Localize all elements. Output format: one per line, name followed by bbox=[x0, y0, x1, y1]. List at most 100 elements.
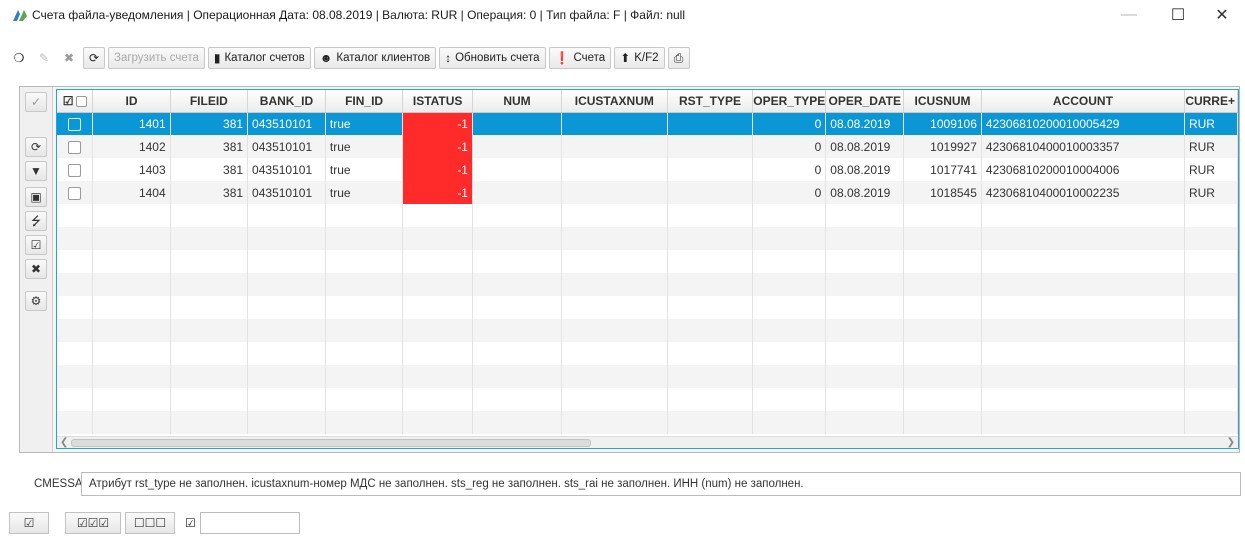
checked-filter-icon: ☑ bbox=[185, 516, 196, 530]
column-header-num[interactable]: NUM bbox=[472, 90, 563, 113]
refresh-button[interactable]: ⟳ bbox=[83, 47, 105, 69]
column-header-icusnum[interactable]: ICUSNUM bbox=[903, 90, 982, 113]
add-column-icon[interactable]: + bbox=[1228, 94, 1235, 108]
select-column-header[interactable]: ☑ bbox=[57, 90, 94, 113]
cell-fin-id: true bbox=[325, 181, 404, 204]
cell-icustaxnum bbox=[561, 319, 668, 342]
uncheck-all-rows-button[interactable]: ☐☐☐ bbox=[125, 512, 175, 534]
cell-id bbox=[92, 227, 171, 250]
cell-icustaxnum bbox=[561, 273, 668, 296]
column-header-id[interactable]: ID bbox=[92, 90, 171, 113]
cell-id bbox=[92, 204, 171, 227]
column-header-bank-id[interactable]: BANK_ID bbox=[247, 90, 326, 113]
column-header-account[interactable]: ACCOUNT bbox=[981, 90, 1185, 113]
kf2-button[interactable]: ⬆ K/F2 bbox=[614, 47, 665, 69]
table-row[interactable] bbox=[57, 296, 1238, 319]
select-checked-button[interactable]: ☑ bbox=[25, 235, 47, 255]
horizontal-scrollbar[interactable]: ❮ ❯ bbox=[57, 436, 1238, 448]
column-header-fin-id[interactable]: FIN_ID bbox=[325, 90, 404, 113]
account-catalog-button[interactable]: ▮ Каталог счетов bbox=[207, 47, 311, 69]
message-field[interactable]: Атрибут rst_type не заполнен. icustaxnum… bbox=[81, 472, 1241, 496]
cell-oper-type bbox=[752, 273, 827, 296]
table-row[interactable] bbox=[57, 388, 1238, 411]
execute-button[interactable]: ⭍ bbox=[25, 211, 47, 231]
update-accounts-button[interactable]: ↕ Обновить счета bbox=[439, 47, 546, 69]
check-selected-button[interactable]: ☑ bbox=[9, 512, 49, 534]
table-row[interactable] bbox=[57, 273, 1238, 296]
column-header-oper-type[interactable]: OPER_TYPE bbox=[752, 90, 827, 113]
table-row[interactable]: 1404 381 043510101 true -1 0 08.08.2019 1018545… bbox=[57, 181, 1238, 204]
table-row[interactable] bbox=[57, 319, 1238, 342]
edit-icon: ✎ bbox=[38, 51, 50, 65]
scroll-right-icon[interactable]: ❯ bbox=[1227, 437, 1235, 448]
cell-account: 42306810400010002235 bbox=[981, 181, 1185, 204]
column-header-currency[interactable]: CURRE+ bbox=[1184, 90, 1238, 113]
cell-istatus: -1 bbox=[402, 181, 473, 204]
client-catalog-button[interactable]: ☻ Каталог клиентов bbox=[313, 47, 437, 69]
accounts-grid[interactable]: ☑ ID FILEID BANK_ID FIN_ID ISTATUS NUM I… bbox=[56, 89, 1239, 449]
settings-button[interactable]: ⚙ bbox=[25, 291, 47, 311]
cell-currency bbox=[1184, 342, 1238, 365]
cell-account bbox=[981, 365, 1185, 388]
column-header-fileid[interactable]: FILEID bbox=[170, 90, 249, 113]
window-title: Счета файла-уведомления | Операционная Д… bbox=[32, 8, 686, 22]
upload-icon: ⬆ bbox=[620, 51, 631, 65]
cell-account: 42306810200010005429 bbox=[981, 112, 1185, 135]
table-row[interactable] bbox=[57, 365, 1238, 388]
check-all-button[interactable]: ✓ bbox=[25, 92, 47, 112]
cell-currency bbox=[1184, 365, 1238, 388]
cell-oper-type bbox=[752, 319, 827, 342]
column-header-istatus[interactable]: ISTATUS bbox=[402, 90, 473, 113]
close-window-button[interactable]: ✕ bbox=[1199, 0, 1245, 30]
cell-oper-date bbox=[825, 319, 905, 342]
row-checkbox[interactable] bbox=[68, 117, 82, 131]
cell-icusnum: 1018545 bbox=[903, 181, 982, 204]
table-row[interactable] bbox=[57, 250, 1238, 273]
cell-icusnum: 1019927 bbox=[903, 135, 982, 158]
cell-icusnum: 1017741 bbox=[903, 158, 982, 181]
row-checkbox[interactable] bbox=[68, 163, 82, 177]
table-row[interactable]: 1401 381 043510101 true -1 0 08.08.2019 1009106… bbox=[57, 112, 1238, 135]
save-button[interactable]: ▣ bbox=[25, 187, 47, 207]
accounts-table: ☑ ID FILEID BANK_ID FIN_ID ISTATUS NUM I… bbox=[57, 90, 1238, 434]
table-row[interactable]: 1403 381 043510101 true -1 0 08.08.2019 1017741… bbox=[57, 158, 1238, 181]
cell-id bbox=[92, 388, 171, 411]
cell-fin-id bbox=[325, 319, 404, 342]
row-checkbox[interactable] bbox=[68, 186, 82, 200]
cell-icustaxnum bbox=[561, 204, 668, 227]
filter-button[interactable]: ▼ bbox=[25, 161, 47, 181]
cell-oper-type bbox=[752, 227, 827, 250]
scrollbar-thumb[interactable] bbox=[71, 439, 591, 447]
delete-button[interactable]: ✖ bbox=[58, 47, 80, 69]
cell-oper-type bbox=[752, 342, 827, 365]
check-all-rows-button[interactable]: ☑☑☑ bbox=[65, 512, 121, 534]
edit-button[interactable]: ✎ bbox=[33, 47, 55, 69]
bottom-search-input[interactable] bbox=[199, 512, 300, 534]
table-row[interactable]: 1402 381 043510101 true -1 0 08.08.2019 1019927… bbox=[57, 135, 1238, 158]
table-row[interactable] bbox=[57, 227, 1238, 250]
info-button[interactable]: ❍ bbox=[8, 47, 30, 69]
cell-icusnum bbox=[903, 204, 982, 227]
minimize-button[interactable]: — bbox=[1106, 0, 1152, 30]
table-row[interactable] bbox=[57, 411, 1238, 434]
table-row[interactable] bbox=[57, 204, 1238, 227]
cell-id: 1404 bbox=[92, 181, 171, 204]
arrows-vertical-icon: ↕ bbox=[445, 51, 452, 65]
load-accounts-button[interactable]: Загрузить счета bbox=[108, 47, 205, 69]
accounts-button[interactable]: ❗ Счета bbox=[548, 47, 612, 69]
accounts-label: Счета bbox=[573, 52, 606, 64]
print-button[interactable]: ⎙ bbox=[667, 47, 690, 69]
column-header-oper-date[interactable]: OPER_DATE bbox=[825, 90, 905, 113]
clear-button[interactable]: ✖ bbox=[25, 259, 47, 279]
header-checkbox[interactable] bbox=[75, 96, 87, 108]
cell-fin-id bbox=[325, 411, 404, 434]
side-refresh-button[interactable]: ⟳ bbox=[25, 137, 47, 157]
scroll-left-icon[interactable]: ❮ bbox=[60, 437, 68, 448]
row-checkbox[interactable] bbox=[68, 140, 82, 154]
maximize-button[interactable]: ☐ bbox=[1155, 0, 1201, 30]
column-header-rst-type[interactable]: RST_TYPE bbox=[667, 90, 754, 113]
column-header-icustaxnum[interactable]: ICUSTAXNUM bbox=[561, 90, 668, 113]
table-row[interactable] bbox=[57, 342, 1238, 365]
cell-id: 1401 bbox=[92, 112, 171, 135]
cell-oper-date bbox=[825, 411, 905, 434]
